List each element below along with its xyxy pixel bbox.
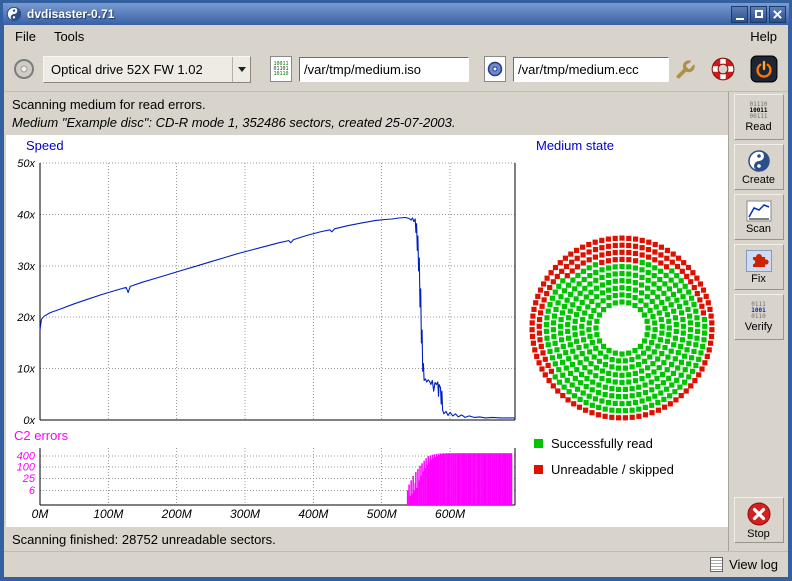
svg-text:25: 25 [22,473,36,485]
status-line-2: Medium "Example disc": CD-R mode 1, 3524… [12,114,720,132]
app-icon [6,6,22,22]
drive-select-value: Optical drive 52X FW 1.02 [44,62,232,77]
window: dvdisaster-0.71 File Tools Help Optical … [0,0,792,581]
svg-text:0M: 0M [32,507,49,521]
maximize-icon [755,10,763,18]
iso-file-icon: 10011 01101 10110 [270,56,292,82]
svg-text:600M: 600M [435,507,465,521]
sidebar-fix-button[interactable]: Fix [734,244,784,290]
status-message-area: Scanning medium for read errors. Medium … [4,92,728,135]
svg-text:200M: 200M [161,507,192,521]
stop-icon [746,501,772,527]
svg-text:50x: 50x [17,158,35,170]
sidebar-stop-button[interactable]: Stop [734,497,784,543]
minimize-icon [736,18,744,20]
help-button[interactable] [707,53,739,85]
legend-swatch-read [534,439,543,448]
menu-tools[interactable]: Tools [45,27,93,46]
maximize-button[interactable] [750,6,767,23]
svg-text:40x: 40x [17,209,35,221]
status-line-1: Scanning medium for read errors. [12,96,720,114]
svg-text:400M: 400M [298,507,328,521]
minimize-button[interactable] [731,6,748,23]
sidebar-create-button[interactable]: Create [734,144,784,190]
menu-help[interactable]: Help [741,27,786,46]
chevron-down-icon [232,57,250,82]
legend-item-read: Successfully read [534,436,674,451]
chart-area: 0M 100M 200M 300M 400M 500M 600M 0x 10x 20x 30x 40x… [6,135,728,527]
sidebar-scan-label: Scan [746,223,771,235]
legend-swatch-unreadable [534,465,543,474]
status-bar: Scanning finished: 28752 unreadable sect… [4,527,728,551]
sidebar: 01110 10011 00111 Read Create [728,91,788,551]
drive-select[interactable]: Optical drive 52X FW 1.02 [43,56,251,83]
preferences-button[interactable] [669,53,701,85]
wrench-icon [672,56,698,82]
window-controls [731,6,786,23]
svg-text:30x: 30x [17,261,35,273]
legend: Successfully read Unreadable / skipped [534,436,674,477]
iso-file-button[interactable]: 10011 01101 10110 [267,53,295,85]
binary-read-icon: 01110 10011 00111 [749,102,767,120]
svg-text:100M: 100M [93,507,123,521]
legend-label-unreadable: Unreadable / skipped [551,462,674,477]
svg-text:400: 400 [17,450,36,462]
drive-button[interactable] [9,54,39,84]
menu-file[interactable]: File [6,27,45,46]
view-log-label: View log [729,557,778,572]
sidebar-verify-button[interactable]: 0111 1001 0110 Verify [734,294,784,340]
svg-text:0x: 0x [23,415,35,427]
sidebar-create-label: Create [742,174,775,186]
menubar: File Tools Help [4,25,788,47]
svg-text:6: 6 [29,485,36,497]
speed-chart-title: Speed [26,138,64,153]
drive-icon [12,57,36,81]
c2-chart-title: C2 errors [14,428,68,443]
svg-text:300M: 300M [230,507,260,521]
power-icon [750,55,778,83]
quit-button[interactable] [747,52,781,86]
footer-bar: View log [4,551,788,577]
graph-icon [746,200,772,222]
iso-path-input[interactable] [299,57,469,82]
lifebuoy-icon [710,56,736,82]
legend-item-unreadable: Unreadable / skipped [534,462,674,477]
svg-text:100: 100 [17,462,36,474]
medium-state-title: Medium state [536,138,614,153]
svg-text:500M: 500M [367,507,397,521]
sidebar-verify-label: Verify [745,321,773,333]
toolbar: Optical drive 52X FW 1.02 10011 01101 10… [4,47,788,92]
legend-label-read: Successfully read [551,436,653,451]
sidebar-scan-button[interactable]: Scan [734,194,784,240]
ecc-path-input[interactable] [513,57,669,82]
window-title: dvdisaster-0.71 [27,7,114,21]
view-log-button[interactable]: View log [710,557,778,572]
binary-verify-icon: 0111 1001 0110 [751,302,765,320]
puzzle-icon [746,250,772,272]
sidebar-stop-label: Stop [747,528,770,540]
sidebar-fix-label: Fix [751,273,766,285]
log-icon [710,557,723,572]
ecc-file-icon [484,56,506,82]
close-button[interactable] [769,6,786,23]
status-text: Scanning finished: 28752 unreadable sect… [12,532,276,547]
svg-text:20x: 20x [16,312,35,324]
svg-text:10x: 10x [17,364,35,376]
sidebar-read-button[interactable]: 01110 10011 00111 Read [734,94,784,140]
ecc-file-button[interactable] [481,53,509,85]
window-content: File Tools Help Optical drive 52X FW 1.0… [4,25,788,577]
close-icon [772,9,783,20]
titlebar[interactable]: dvdisaster-0.71 [3,3,789,25]
yin-yang-icon [747,149,771,173]
sidebar-read-label: Read [745,121,771,133]
